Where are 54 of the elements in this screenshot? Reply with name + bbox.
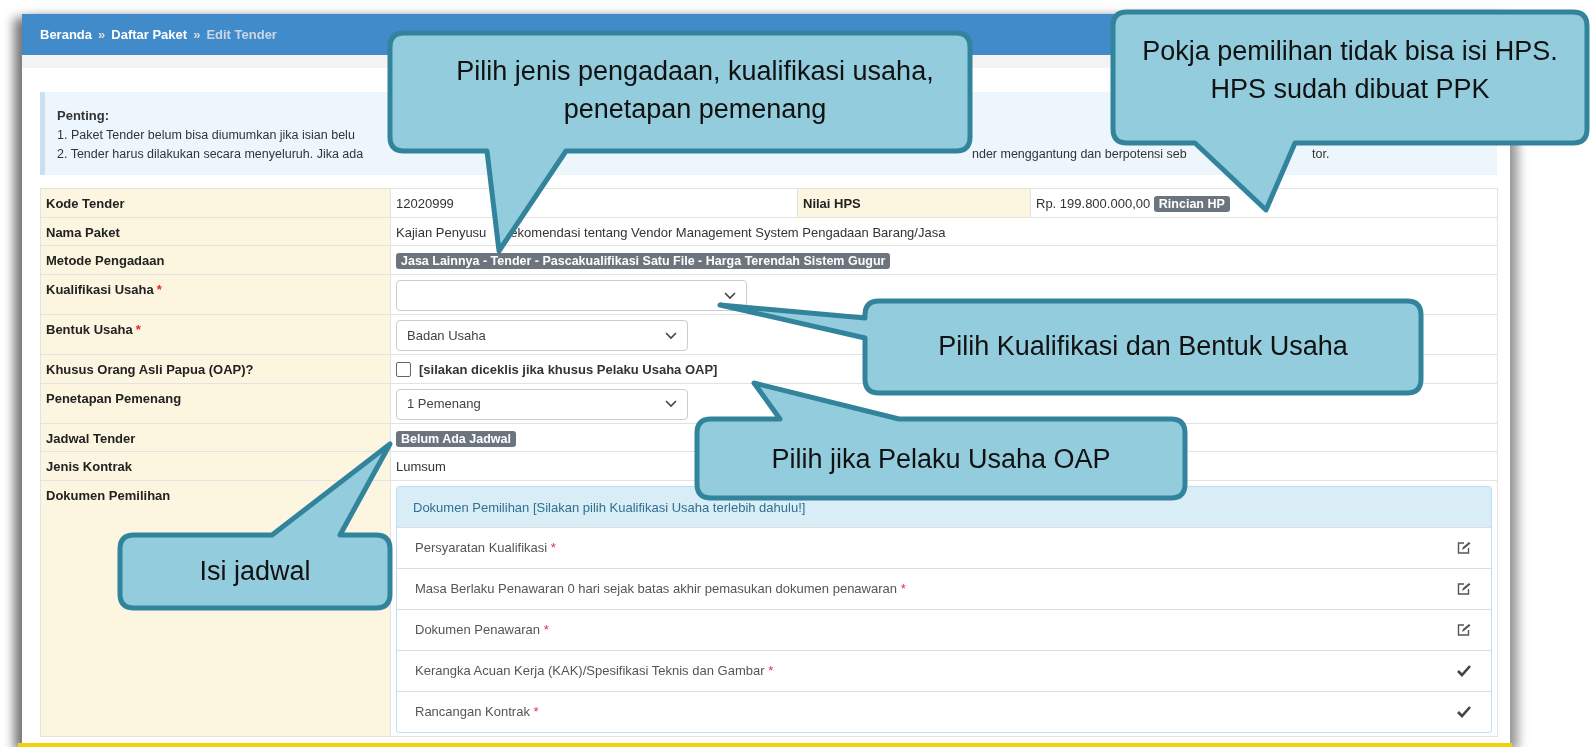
notice-text: 2. Tender harus dilakukan secara menyeluruh. Jika ada xyxy=(57,146,364,163)
notice-title: Penting: xyxy=(57,107,109,125)
callout-text: Isi jadwal xyxy=(198,555,312,588)
document-item[interactable]: Kerangka Acuan Kerja (KAK)/Spesifikasi Teknis dan Gambar * xyxy=(397,649,1491,691)
field-value: ekomendasi tentang Vendor Management System Pengadaan Barang/Jasa xyxy=(510,224,946,240)
breadcrumb-link[interactable]: Beranda xyxy=(40,24,93,45)
callout-text: Pokja pemilihan tidak bisa isi HPS. HPS sudah dibuat PPK xyxy=(1141,35,1559,106)
field-value: 12020999 xyxy=(396,196,454,211)
checkbox[interactable] xyxy=(396,362,411,378)
field-label: Kode Tender xyxy=(46,196,125,211)
status-badge: Jasa Lainnya - Tender - Pascakualifikasi Satu File - Harga Terendah Sistem Gugur xyxy=(396,253,891,270)
detail-link[interactable]: Rincian HP xyxy=(1153,196,1230,212)
notice-text: nder menggantung dan berpotensi seb xyxy=(972,146,1187,163)
field-label: Jenis Kontrak xyxy=(46,459,132,475)
checkbox-label: [silakan diceklis jika khusus Pelaku Usaha OAP] xyxy=(419,361,718,379)
field-label: Dokumen Pemilihan xyxy=(46,487,171,503)
select-field[interactable]: 1 Pemenang xyxy=(396,388,688,420)
breadcrumb-current: Edit Tender xyxy=(206,25,277,44)
breadcrumb-link[interactable]: Daftar Paket xyxy=(111,24,188,45)
field-label: Kualifikasi Usaha xyxy=(46,282,154,297)
field-value: Lumsum xyxy=(396,459,446,475)
field-label: Bentuk Usaha xyxy=(46,322,133,337)
field-label: Metode Pengadaan xyxy=(46,253,165,269)
field-label: Khusus Orang Asli Papua (OAP)? xyxy=(46,362,254,377)
field-label: Nama Paket xyxy=(46,224,120,240)
status-badge: Belum Ada Jadwal xyxy=(396,430,516,447)
callout-text: Pilih Kualifikasi dan Bentuk Usaha xyxy=(937,330,1349,363)
field-value: Rp. 199.800.000,00 xyxy=(1036,196,1151,211)
document-item[interactable]: Persyaratan Kualifikasi * xyxy=(397,526,1491,568)
notice-text: 1. Paket Tender belum bisa diumumkan jika isian belu xyxy=(57,127,355,144)
select-field[interactable]: Badan Usaha xyxy=(396,320,688,351)
select-field[interactable] xyxy=(396,280,747,311)
breadcrumb-separator: » xyxy=(98,25,106,44)
field-value: Kajian Penyusu xyxy=(396,224,487,240)
document-item[interactable]: Dokumen Penawaran * xyxy=(397,608,1491,650)
document-item[interactable]: Masa Berlaku Penawaran 0 hari sejak batas akhir pemasukan dokumen penawaran * xyxy=(397,567,1491,609)
chevron-down-icon xyxy=(724,291,736,300)
field-label: Jadwal Tender xyxy=(46,430,136,446)
chevron-down-icon xyxy=(665,400,677,408)
edit-icon[interactable] xyxy=(1457,582,1471,596)
edit-icon[interactable] xyxy=(1457,623,1471,637)
chevron-down-icon xyxy=(665,331,677,340)
document-item[interactable]: Rancangan Kontrak * xyxy=(397,690,1491,732)
callout-text: Pilih jika Pelaku Usaha OAP xyxy=(770,443,1112,476)
breadcrumb-separator: » xyxy=(193,25,201,44)
callout-text: Pilih jenis pengadaan, kualifikasi usaha, penetapan pemenang xyxy=(455,55,935,126)
check-icon[interactable] xyxy=(1457,664,1471,678)
notice-text: tor. xyxy=(1312,146,1330,163)
field-label: Penetapan Pemenang xyxy=(46,390,182,406)
required-mark: * xyxy=(135,322,141,337)
check-icon[interactable] xyxy=(1457,705,1471,719)
required-mark: * xyxy=(156,282,162,297)
field-label: Nilai HPS xyxy=(803,196,861,211)
edit-icon[interactable] xyxy=(1457,541,1471,555)
